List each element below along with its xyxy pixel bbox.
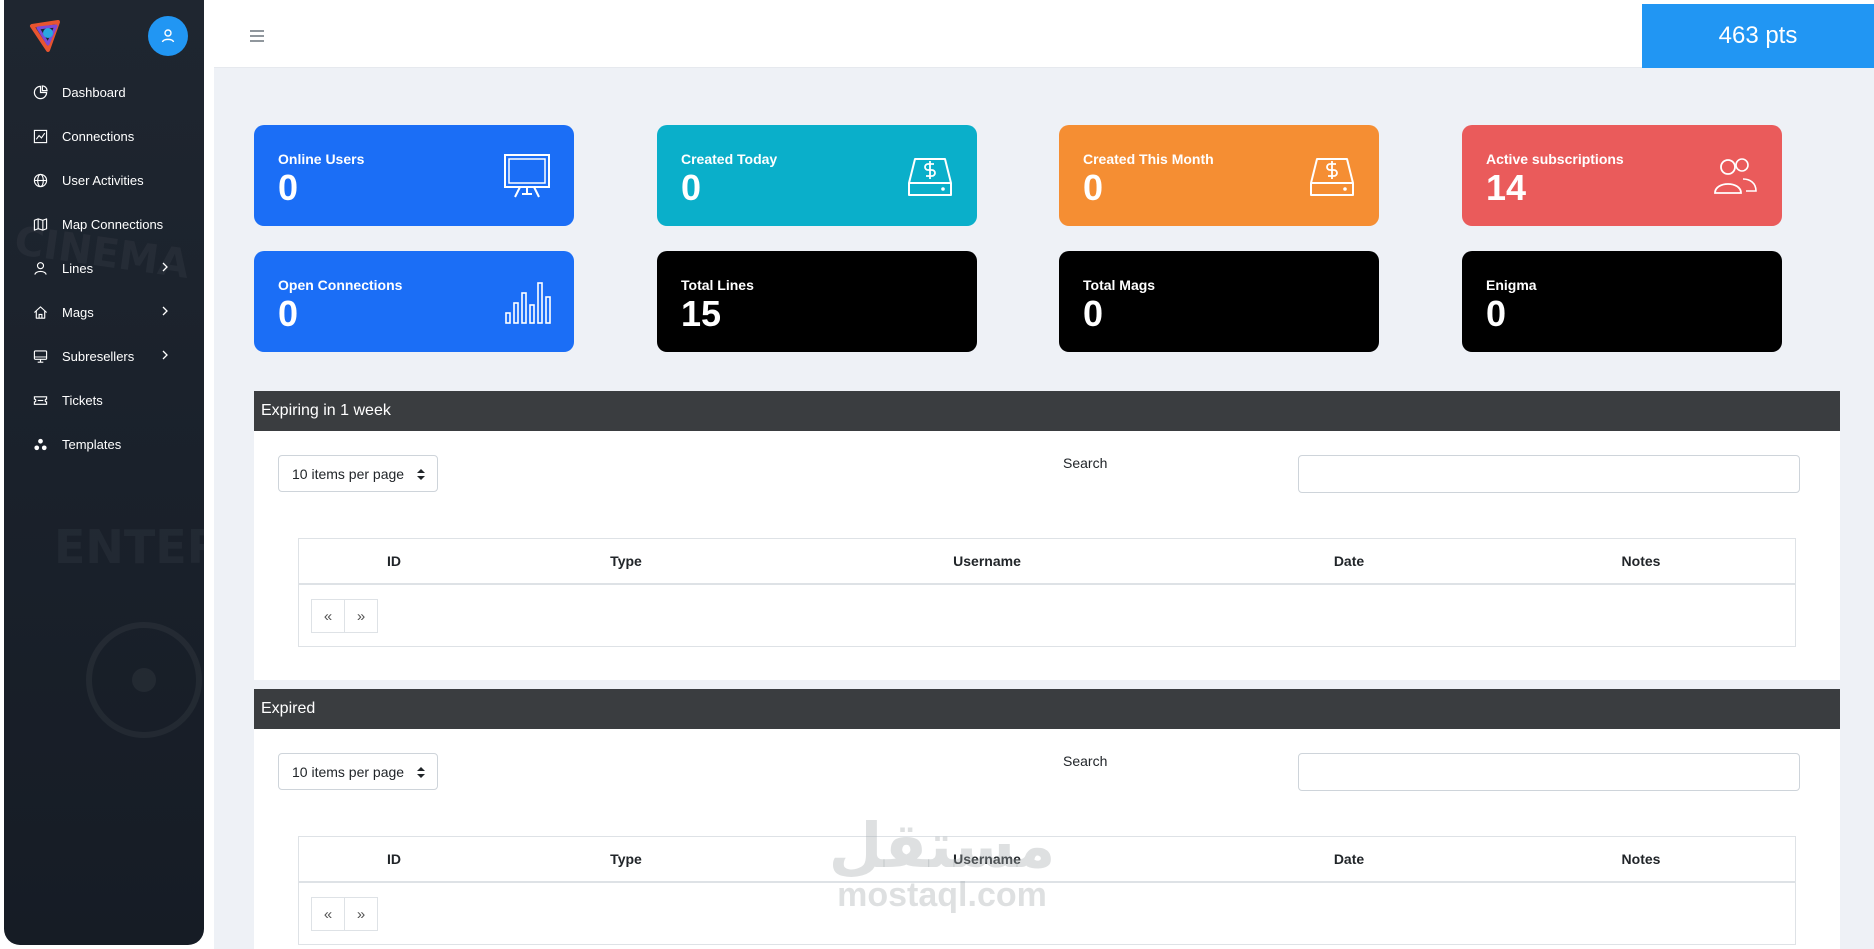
select-sort-icon bbox=[417, 767, 425, 778]
stat-card-created-today[interactable]: Created Today 0 bbox=[657, 125, 977, 226]
sidebar-item-label: Templates bbox=[62, 436, 122, 452]
bar-chart-icon bbox=[505, 282, 551, 324]
stat-value: 15 bbox=[681, 293, 722, 334]
select-sort-icon bbox=[417, 469, 425, 480]
sidebar-decoration: ENTER bbox=[54, 520, 204, 574]
stat-card-enigma[interactable]: Enigma 0 bbox=[1462, 251, 1782, 352]
map-icon bbox=[32, 216, 48, 232]
hamburger-menu-icon[interactable] bbox=[250, 30, 264, 42]
pie-chart-icon bbox=[32, 84, 48, 100]
points-balance: 463 pts bbox=[1642, 4, 1874, 68]
money-drive-icon bbox=[908, 158, 952, 196]
sidebar-item-subresellers[interactable]: Subresellers bbox=[4, 334, 204, 378]
users-icon bbox=[1714, 158, 1757, 194]
sidebar-item-label: Lines bbox=[62, 260, 94, 276]
search-label: Search bbox=[1063, 753, 1108, 769]
film-reel-icon bbox=[86, 622, 202, 738]
sidebar-item-label: Dashboard bbox=[62, 84, 126, 100]
sidebar-item-templates[interactable]: Templates bbox=[4, 422, 204, 466]
sidebar-item-label: Subresellers bbox=[62, 348, 135, 364]
pagination-next-button[interactable]: » bbox=[344, 599, 378, 633]
stat-label: Total Mags bbox=[1083, 277, 1156, 293]
column-header-date[interactable]: Date bbox=[1334, 553, 1364, 569]
stat-value: 0 bbox=[1486, 293, 1507, 334]
items-per-page-select[interactable]: 10 items per page bbox=[278, 455, 438, 492]
sidebar-item-mags[interactable]: Mags bbox=[4, 290, 204, 334]
home-icon bbox=[32, 304, 48, 320]
monitor-icon bbox=[32, 348, 48, 364]
stat-label: Enigma bbox=[1486, 277, 1537, 293]
pagination-prev-button[interactable]: « bbox=[311, 897, 345, 931]
sidebar-item-tickets[interactable]: Tickets bbox=[4, 378, 204, 422]
user-avatar-button[interactable] bbox=[148, 16, 188, 56]
sidebar-item-label: Connections bbox=[62, 128, 135, 144]
stat-card-active-subscriptions[interactable]: Active subscriptions 14 bbox=[1462, 125, 1782, 226]
search-input[interactable] bbox=[1298, 753, 1800, 791]
column-header-notes[interactable]: Notes bbox=[1622, 851, 1661, 867]
search-input[interactable] bbox=[1298, 455, 1800, 493]
stat-card-total-mags[interactable]: Total Mags 0 bbox=[1059, 251, 1379, 352]
chevron-right-icon bbox=[162, 262, 168, 272]
panel-title: Expired bbox=[254, 689, 1840, 729]
column-header-id[interactable]: ID bbox=[387, 851, 401, 867]
sidebar-nav: Dashboard Connections User Activities Ma… bbox=[4, 70, 204, 466]
app-logo[interactable] bbox=[28, 16, 66, 54]
line-chart-icon bbox=[32, 128, 48, 144]
money-drive-icon bbox=[1310, 158, 1354, 196]
top-bar bbox=[214, 4, 1642, 68]
items-per-page-value: 10 items per page bbox=[292, 465, 405, 482]
items-per-page-select[interactable]: 10 items per page bbox=[278, 753, 438, 790]
stat-card-open-connections[interactable]: Open Connections 0 bbox=[254, 251, 574, 352]
data-table: ID Type Username Date Notes « » bbox=[298, 836, 1796, 945]
sidebar-item-label: Mags bbox=[62, 304, 94, 320]
items-per-page-value: 10 items per page bbox=[292, 763, 405, 780]
stat-card-total-lines[interactable]: Total Lines 15 bbox=[657, 251, 977, 352]
sidebar-item-map-connections[interactable]: Map Connections bbox=[4, 202, 204, 246]
sidebar-item-label: Map Connections bbox=[62, 216, 164, 232]
stat-card-online-users[interactable]: Online Users 0 bbox=[254, 125, 574, 226]
column-header-notes[interactable]: Notes bbox=[1622, 553, 1661, 569]
pagination: « » bbox=[311, 599, 378, 633]
panel-title: Expiring in 1 week bbox=[254, 391, 1840, 431]
column-header-id[interactable]: ID bbox=[387, 553, 401, 569]
chevron-right-icon bbox=[162, 350, 168, 360]
globe-icon bbox=[32, 172, 48, 188]
table-header: ID Type Username Date Notes bbox=[299, 837, 1795, 883]
monitor-icon bbox=[504, 154, 550, 198]
column-header-username[interactable]: Username bbox=[953, 553, 1021, 569]
column-header-username[interactable]: Username bbox=[953, 851, 1021, 867]
sidebar: CINEMA ENTER Dashboard Connections User … bbox=[4, 0, 204, 945]
panel-expired: Expired 10 items per page Search ID Type… bbox=[254, 689, 1840, 949]
user-icon bbox=[32, 260, 48, 276]
ticket-icon bbox=[32, 392, 48, 408]
column-header-date[interactable]: Date bbox=[1334, 851, 1364, 867]
pagination-prev-button[interactable]: « bbox=[311, 599, 345, 633]
pagination-next-button[interactable]: » bbox=[344, 897, 378, 931]
sidebar-item-user-activities[interactable]: User Activities bbox=[4, 158, 204, 202]
sidebar-item-label: Tickets bbox=[62, 392, 103, 408]
table-header: ID Type Username Date Notes bbox=[299, 539, 1795, 585]
search-label: Search bbox=[1063, 455, 1108, 471]
user-icon bbox=[161, 29, 175, 43]
pagination: « » bbox=[311, 897, 378, 931]
column-header-type[interactable]: Type bbox=[610, 553, 642, 569]
panel-expiring-week: Expiring in 1 week 10 items per page Sea… bbox=[254, 391, 1840, 680]
data-table: ID Type Username Date Notes « » bbox=[298, 538, 1796, 647]
column-header-type[interactable]: Type bbox=[610, 851, 642, 867]
sidebar-item-dashboard[interactable]: Dashboard bbox=[4, 70, 204, 114]
sidebar-item-lines[interactable]: Lines bbox=[4, 246, 204, 290]
sidebar-item-label: User Activities bbox=[62, 172, 144, 188]
main-content: Online Users 0 Created Today 0 Created T… bbox=[214, 68, 1874, 949]
stat-label: Total Lines bbox=[681, 277, 754, 293]
stat-value: 0 bbox=[1083, 293, 1104, 334]
chevron-right-icon bbox=[162, 306, 168, 316]
stat-card-created-this-month[interactable]: Created This Month 0 bbox=[1059, 125, 1379, 226]
sidebar-item-connections[interactable]: Connections bbox=[4, 114, 204, 158]
templates-icon bbox=[32, 436, 48, 452]
